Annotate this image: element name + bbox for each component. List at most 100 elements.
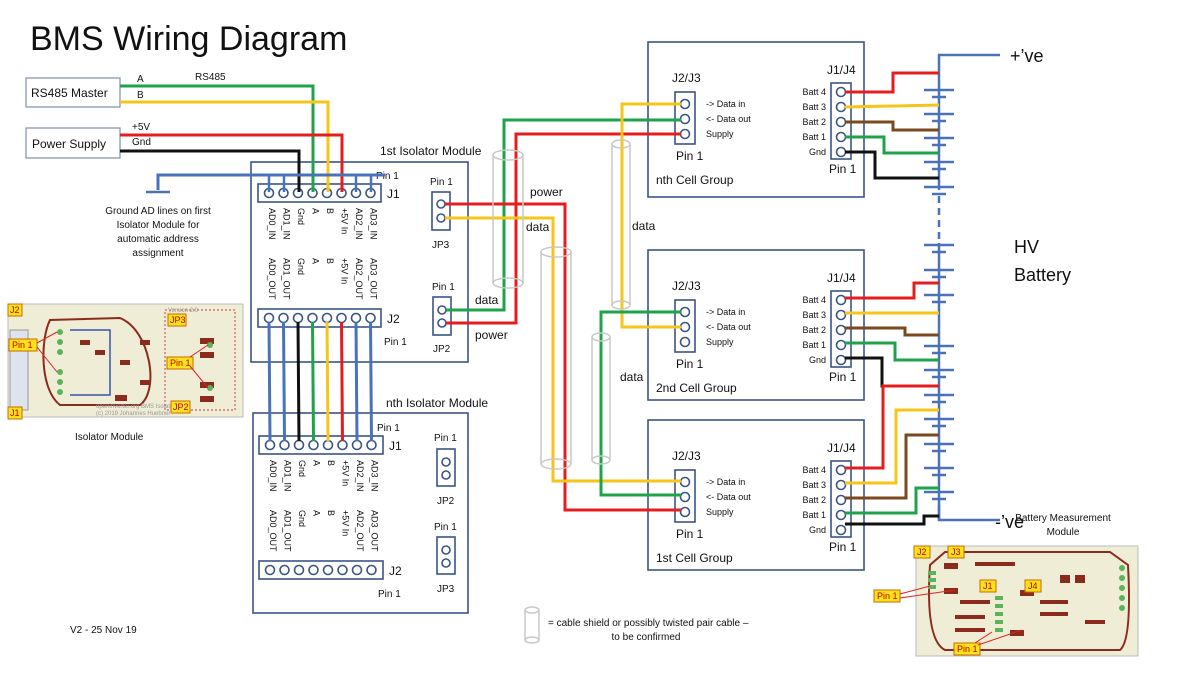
isolator-n-title: nth Isolator Module xyxy=(386,396,488,410)
wire-power-jp3 xyxy=(445,202,681,512)
label-power-2: power xyxy=(475,328,508,342)
header-pin xyxy=(351,439,363,451)
svg-text:Batt 4: Batt 4 xyxy=(802,87,826,97)
rs485-master: RS485 Master xyxy=(25,77,121,108)
svg-text:Pin 1: Pin 1 xyxy=(829,162,857,176)
bus-wire xyxy=(369,321,373,442)
isolator-n-jp3-pin1: Pin 1 xyxy=(434,522,457,533)
svg-text:nth Cell Group: nth Cell Group xyxy=(656,173,734,187)
svg-text:Pin 1: Pin 1 xyxy=(829,370,857,384)
pin-label: AD1_OUT xyxy=(282,258,292,300)
wire-data-jp3 xyxy=(445,216,681,483)
pin-label: AD2_IN xyxy=(355,460,365,492)
svg-text:Gnd: Gnd xyxy=(809,355,826,365)
legend-text-1: = cable shield or possibly twisted pair … xyxy=(548,618,749,629)
measurement-caption-1: Battery Measurement xyxy=(1015,513,1111,524)
svg-text:Pin 1: Pin 1 xyxy=(12,340,33,350)
svg-text:J1: J1 xyxy=(983,581,993,591)
bus-wire xyxy=(296,321,301,442)
wire-a-label: A xyxy=(137,74,144,85)
battery-tap-wire xyxy=(844,103,940,109)
header-pin xyxy=(308,564,319,576)
battery-label-hv: HV xyxy=(1014,237,1039,257)
svg-text:Supply: Supply xyxy=(706,507,734,517)
svg-text:Pin 1: Pin 1 xyxy=(877,591,898,601)
svg-text:Supply: Supply xyxy=(706,337,734,347)
svg-text:Batt 3: Batt 3 xyxy=(802,310,826,320)
svg-text:Batt 1: Batt 1 xyxy=(802,132,826,142)
isolator-1-jp2-pin1: Pin 1 xyxy=(432,282,455,293)
isolator-1-jp3-label: JP3 xyxy=(432,240,450,251)
hv-battery xyxy=(924,53,1000,522)
measurement-pcb-image: J2 J3 J1 J4 Pin 1 Pin 1 xyxy=(873,545,1139,657)
svg-text:J1/J4: J1/J4 xyxy=(827,63,856,77)
pin-label: AD1_IN xyxy=(283,460,293,492)
rs485-bus-label: RS485 xyxy=(195,72,226,83)
legend-text-2: to be confirmed xyxy=(612,632,681,643)
pin-label: AD2_OUT xyxy=(355,510,365,552)
svg-text:Batt 1: Batt 1 xyxy=(802,340,826,350)
legend: = cable shield or possibly twisted pair … xyxy=(524,606,749,644)
svg-text:Batt 2: Batt 2 xyxy=(802,495,826,505)
header-pin xyxy=(350,312,362,324)
pin-label: AD3_OUT xyxy=(369,258,379,300)
battery-positive-lead xyxy=(937,53,1000,73)
svg-text:Batt 3: Batt 3 xyxy=(802,102,826,112)
wire-5v-label: +5V xyxy=(132,122,150,133)
bus-wire xyxy=(267,321,272,442)
svg-text:JP3: JP3 xyxy=(170,315,186,325)
svg-text:J1/J4: J1/J4 xyxy=(827,271,856,285)
pin-label: Gnd xyxy=(296,208,306,225)
header-pin xyxy=(365,312,376,324)
header-pin xyxy=(293,439,305,451)
isolator-n-jp2-label: JP2 xyxy=(437,496,455,507)
pin-label: AD3_IN xyxy=(369,208,379,240)
label-data-1: data xyxy=(526,220,550,234)
svg-text:<- Data out: <- Data out xyxy=(706,492,751,502)
svg-text:-> Data in: -> Data in xyxy=(706,477,745,487)
isolator-n-j2-header xyxy=(258,560,384,580)
svg-text:Gnd: Gnd xyxy=(809,525,826,535)
pin-label: A xyxy=(311,258,321,264)
svg-text:2nd Cell Group: 2nd Cell Group xyxy=(656,381,737,395)
pin-label: Gnd xyxy=(297,460,307,477)
header-pin xyxy=(263,312,275,324)
svg-text:Pin 1: Pin 1 xyxy=(170,358,191,368)
svg-text:J4: J4 xyxy=(1028,581,1038,591)
pin-label: B xyxy=(326,510,336,516)
pin-label: A xyxy=(312,460,322,466)
isolator-1-title: 1st Isolator Module xyxy=(380,144,482,158)
pin-label: Gnd xyxy=(296,258,306,275)
header-pin xyxy=(279,564,290,576)
svg-text:Batt 2: Batt 2 xyxy=(802,117,826,127)
isolator-n-j2-pin1: Pin 1 xyxy=(378,589,401,600)
header-pin xyxy=(293,564,305,576)
pin-label: A xyxy=(311,208,321,214)
svg-text:-> Data in: -> Data in xyxy=(706,99,745,109)
svg-text:J2: J2 xyxy=(10,305,20,315)
pin-label: A xyxy=(312,510,322,516)
svg-text:Batt 3: Batt 3 xyxy=(802,480,826,490)
pin-label: +5V In xyxy=(340,208,350,234)
cell-group-2: J2/J3-> Data in<- Data outSupplyPin 12nd… xyxy=(647,249,865,401)
svg-text:J1/J4: J1/J4 xyxy=(827,441,856,455)
svg-text:Batt 1: Batt 1 xyxy=(802,510,826,520)
svg-text:J2/J3: J2/J3 xyxy=(672,449,701,463)
ground-ad-note: Ground AD lines on first Isolator Module… xyxy=(105,206,211,259)
header-pin xyxy=(337,564,348,576)
header-pin xyxy=(278,312,289,324)
svg-text:Pin 1: Pin 1 xyxy=(829,540,857,554)
isolator-n-jp3 xyxy=(436,536,456,575)
label-power-1: power xyxy=(530,185,563,199)
bms-wiring-diagram: BMS Wiring Diagram RS485 Master A B RS48… xyxy=(7,20,1139,657)
svg-text:Batt 4: Batt 4 xyxy=(802,465,826,475)
isolator-1-jp3 xyxy=(431,191,451,231)
pin-label: B xyxy=(325,208,335,214)
isolator-n-jp2 xyxy=(436,448,456,487)
battery-negative-lead xyxy=(937,505,1000,522)
svg-text:(c) 2019 Johannes Huebner: (c) 2019 Johannes Huebner xyxy=(96,411,170,417)
pin-label: AD0_IN xyxy=(268,460,278,492)
shield-legend-icon xyxy=(524,606,540,644)
pin-label: +5V In xyxy=(340,258,350,284)
header-pin xyxy=(366,564,377,576)
